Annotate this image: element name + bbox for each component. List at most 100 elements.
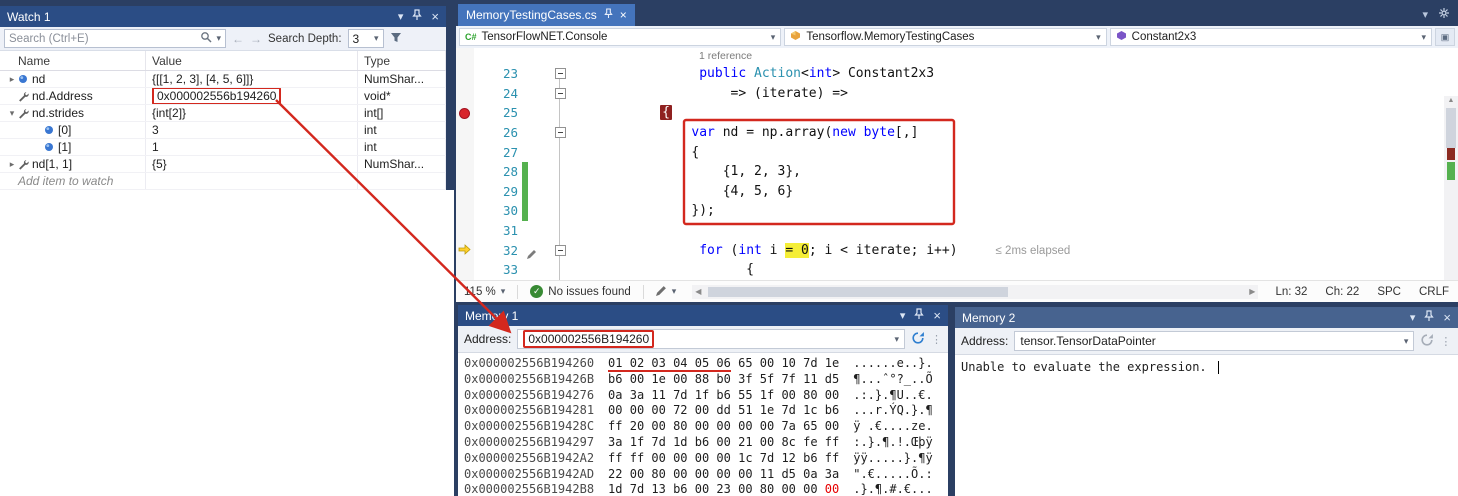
changed-byte: 00 [825,482,839,496]
column-header-value[interactable]: Value [146,51,358,70]
pencil-icon [656,285,667,299]
memory-address: 0x000002556B194281 [464,403,594,419]
memory1-toolbar: Address: 0x000002556B194260 ▾ ⋮ [458,326,948,353]
watch-row[interactable]: ▾nd.strides{int[2]}int[] [0,105,446,122]
issues-indicator[interactable]: ✓ No issues found [522,285,638,298]
watch-value: 1 [152,140,159,154]
nav-member-select[interactable]: Constant2x3 ▾ [1110,28,1432,46]
breakpoint-margin-cell[interactable] [456,123,474,143]
fold-collapse-icon[interactable] [555,68,566,79]
close-icon[interactable]: × [1443,310,1451,325]
memory1-content[interactable]: 0x000002556B19426001 02 03 04 05 06 65 0… [458,353,948,496]
watch-name: nd.Address [32,89,93,103]
zoom-select[interactable]: 115 % ▾ [456,286,513,298]
property-icon [18,159,32,170]
code-lines: 23 public Action<int> Constant2x324 => (… [456,64,1458,280]
pin-icon[interactable] [412,9,422,24]
window-position-icon[interactable]: ▾ [900,309,906,322]
memory2-content[interactable]: Unable to evaluate the expression. [955,355,1458,374]
search-input[interactable]: Search (Ctrl+E) ▾ [4,29,226,48]
watch-add-row[interactable]: Add item to watch [0,173,446,190]
pin-icon[interactable] [914,308,924,323]
expander-icon[interactable]: ▾ [6,108,18,119]
breakpoint-margin-cell[interactable] [456,221,474,241]
close-icon[interactable]: × [933,308,941,323]
search-depth-select[interactable]: 3 ▾ [348,29,384,48]
chevron-down-icon: ▾ [1096,32,1101,43]
watch-grid: Name Value Type ▸nd{[[1, 2, 3], [4, 5, 6… [0,51,446,190]
breakpoint-margin-cell[interactable] [456,240,474,260]
breakpoint-margin-cell[interactable] [456,182,474,202]
codelens-references[interactable]: 1 reference [699,50,752,62]
breakpoint-margin-cell[interactable] [456,201,474,221]
search-next-button[interactable]: → [250,32,262,46]
refresh-icon[interactable] [1420,333,1434,350]
edit-actions-button[interactable]: ▾ [648,285,685,299]
memory-bytes: 00 00 00 72 00 dd 51 1e 7d 1c b6 [608,403,839,419]
memory1-address-input[interactable]: 0x000002556B194260 ▾ [517,329,905,349]
memory-bytes: 0a 3a 11 7d 1f b6 55 1f 00 80 00 [608,388,839,404]
fold-collapse-icon[interactable] [555,127,566,138]
nav-project-select[interactable]: C# TensorFlowNET.Console ▾ [459,28,781,46]
expander-icon[interactable]: ▸ [6,74,18,85]
watch-row[interactable]: [0]3int [0,122,446,139]
breakpoint-margin-cell[interactable] [456,84,474,104]
scroll-right-icon[interactable]: ▶ [1249,287,1255,296]
close-icon[interactable]: × [431,9,439,24]
memory2-panel: Memory 2 ▾ × Address: tensor.TensorDataP… [955,307,1458,496]
code-editor[interactable]: 1 reference 23 public Action<int> Consta… [456,48,1458,280]
pin-icon[interactable] [1424,310,1434,325]
breakpoint-icon[interactable] [459,108,470,119]
breakpoint-margin-cell[interactable] [456,103,474,123]
breakpoint-margin-cell[interactable] [456,162,474,182]
memory-row: 0x000002556B19426Bb6 00 1e 00 88 b0 3f 5… [464,372,948,388]
line-number: 29 [474,184,522,199]
hscroll-thumb[interactable] [708,287,1008,297]
fold-collapse-icon[interactable] [555,245,566,256]
text-cursor [1218,361,1219,374]
fold-collapse-icon[interactable] [555,88,566,99]
search-options-icon[interactable]: ▾ [216,33,221,44]
breakpoint-margin-cell[interactable] [456,142,474,162]
filter-icon[interactable] [390,32,402,46]
perf-tip: ≤ 2ms elapsed [996,245,1071,257]
watch-title: Watch 1 [7,10,51,24]
nav-class-select[interactable]: Tensorflow.MemoryTestingCases ▾ [784,28,1106,46]
navbar-toggle-icon[interactable]: ▣ [1435,28,1455,46]
memory2-address-input[interactable]: tensor.TensorDataPointer ▾ [1014,331,1414,351]
tab-pin-icon[interactable] [604,8,613,22]
code-text: {4, 5, 6} [574,184,793,199]
tab-memorytestingcases[interactable]: MemoryTestingCases.cs × [458,4,635,26]
code-text: { [574,262,754,277]
watch-row[interactable]: ▸nd{[[1, 2, 3], [4, 5, 6]]}NumShar... [0,71,446,88]
watch-name: nd.strides [32,106,84,120]
watch-row[interactable]: nd.Address0x000002556b194260void* [0,88,446,105]
column-header-type[interactable]: Type [358,51,446,70]
memory-ascii: ...r.ÝQ.}.¶ [853,403,932,419]
watch-row[interactable]: ▸nd[1, 1]{5}NumShar... [0,156,446,173]
watch-row[interactable]: [1]1int [0,139,446,156]
memory1-address-value: 0x000002556B194260 [523,330,654,348]
code-text: var nd = np.array(new byte[,] [574,125,918,140]
fold-margin-cell [528,182,574,202]
memory-row: 0x000002556B1942B81d 7d 13 b6 00 23 00 8… [464,482,948,496]
gear-icon[interactable] [1438,7,1450,22]
code-line: 28 {1, 2, 3}, [456,162,1458,182]
window-position-icon[interactable]: ▾ [1410,311,1416,324]
search-prev-button[interactable]: ← [232,32,244,46]
code-line: 24 => (iterate) => [456,84,1458,104]
refresh-icon[interactable] [911,331,925,348]
expander-icon[interactable]: ▸ [6,159,18,170]
property-icon [18,91,32,102]
editor-hscrollbar[interactable]: ◀ ▶ [692,285,1258,299]
tab-close-icon[interactable]: × [620,8,627,22]
column-header-name[interactable]: Name [0,51,146,70]
document-list-icon[interactable]: ▾ [1422,8,1428,21]
issues-label: No issues found [548,286,630,298]
breakpoint-margin-cell[interactable] [456,260,474,280]
breakpoint-margin-cell[interactable] [456,64,474,84]
scroll-left-icon[interactable]: ◀ [695,287,701,296]
toolbar-overflow-icon[interactable]: ⋮ [931,333,942,346]
toolbar-overflow-icon[interactable]: ⋮ [1440,335,1451,348]
window-position-icon[interactable]: ▾ [398,10,404,23]
